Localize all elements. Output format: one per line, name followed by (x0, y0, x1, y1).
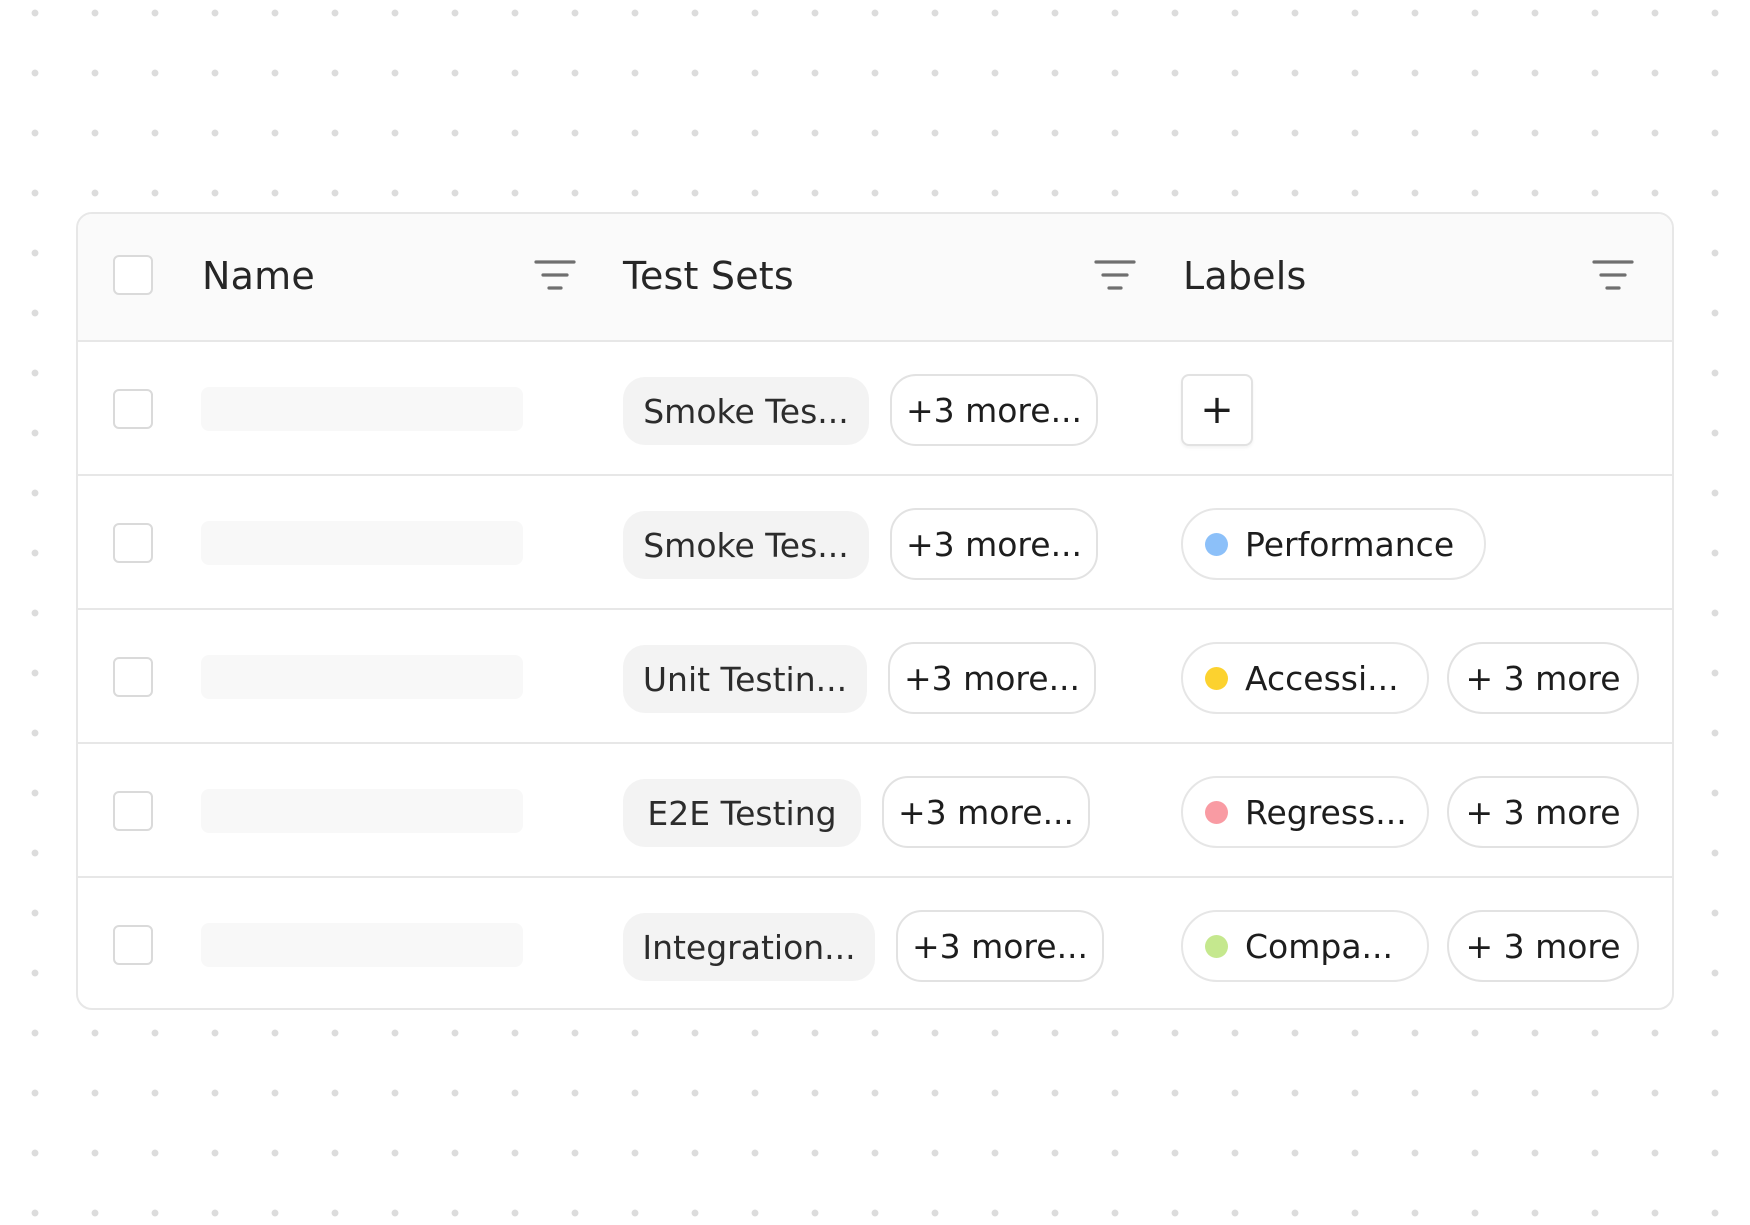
test-sets-more-button[interactable]: +3 more... (890, 374, 1098, 446)
column-header-labels: Labels (1183, 254, 1307, 298)
test-sets-more-button[interactable]: +3 more... (888, 642, 1096, 714)
labels-filter-icon[interactable] (1592, 258, 1634, 294)
select-all-checkbox[interactable] (113, 255, 153, 295)
labels-more-button[interactable]: + 3 more (1447, 910, 1639, 982)
test-sets-more-button[interactable]: +3 more... (896, 910, 1104, 982)
label-color-dot (1205, 800, 1228, 824)
name-placeholder (201, 655, 523, 699)
label-color-dot (1205, 666, 1228, 690)
labels-more-button[interactable]: + 3 more (1447, 642, 1639, 714)
name-placeholder (201, 789, 523, 833)
add-label-button[interactable]: + (1181, 374, 1253, 446)
test-set-chip[interactable]: Unit Testin... (623, 645, 867, 713)
column-header-name: Name (202, 254, 315, 298)
label-color-dot (1205, 934, 1228, 958)
table-row[interactable]: E2E Testing +3 more... Regress... + 3 mo… (78, 744, 1672, 878)
table-header: Name Test Sets Labels (78, 214, 1672, 342)
row-checkbox[interactable] (113, 925, 153, 965)
label-text: Performance (1245, 524, 1455, 564)
test-set-chip[interactable]: Smoke Tes... (623, 377, 869, 445)
test-set-chip[interactable]: Integration... (623, 913, 875, 981)
label-chip[interactable]: Performance (1181, 508, 1486, 580)
column-header-test-sets: Test Sets (623, 254, 794, 298)
test-set-chip[interactable]: Smoke Tes... (623, 511, 869, 579)
row-checkbox[interactable] (113, 791, 153, 831)
name-placeholder (201, 923, 523, 967)
row-checkbox[interactable] (113, 657, 153, 697)
test-sets-more-button[interactable]: +3 more... (890, 508, 1098, 580)
table-row[interactable]: Smoke Tes... +3 more... Performance (78, 476, 1672, 610)
label-color-dot (1205, 532, 1228, 556)
test-set-chip[interactable]: E2E Testing (623, 779, 861, 847)
name-placeholder (201, 387, 523, 431)
label-text: Regress... (1245, 792, 1407, 832)
row-checkbox[interactable] (113, 389, 153, 429)
table-row[interactable]: Smoke Tes... +3 more... + (78, 342, 1672, 476)
test-sets-filter-icon[interactable] (1094, 258, 1136, 294)
labels-more-button[interactable]: + 3 more (1447, 776, 1639, 848)
table-row[interactable]: Integration... +3 more... Compa... + 3 m… (78, 878, 1672, 1008)
row-checkbox[interactable] (113, 523, 153, 563)
label-text: Compa... (1245, 926, 1394, 966)
table-row[interactable]: Unit Testin... +3 more... Accessi... + 3… (78, 610, 1672, 744)
name-placeholder (201, 521, 523, 565)
test-sets-more-button[interactable]: +3 more... (882, 776, 1090, 848)
test-table: Name Test Sets Labels Smoke Tes... +3 mo… (76, 212, 1674, 1010)
label-chip[interactable]: Regress... (1181, 776, 1429, 848)
label-chip[interactable]: Compa... (1181, 910, 1429, 982)
label-chip[interactable]: Accessi... (1181, 642, 1429, 714)
name-filter-icon[interactable] (534, 258, 576, 294)
label-text: Accessi... (1245, 658, 1399, 698)
